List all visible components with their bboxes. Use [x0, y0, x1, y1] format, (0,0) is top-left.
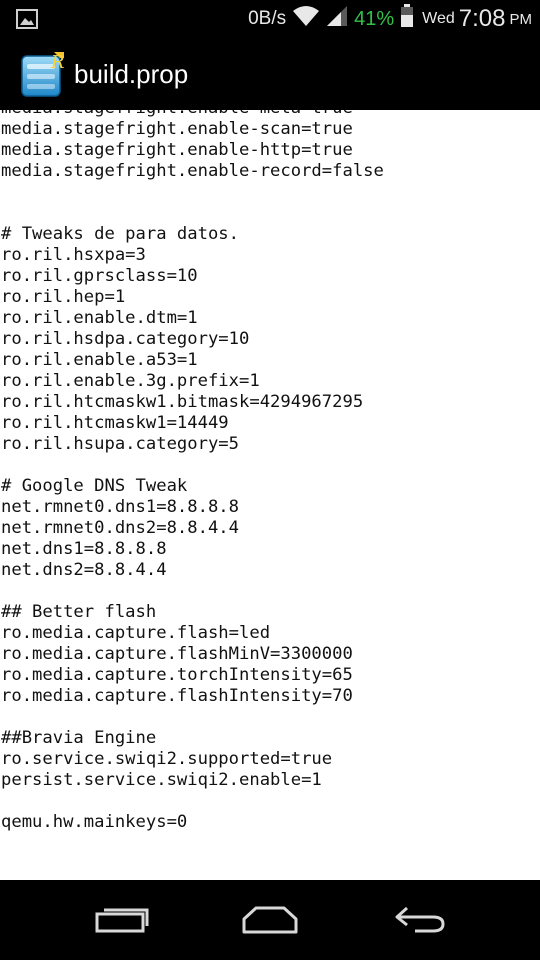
- network-speed: 0B/s: [248, 8, 287, 29]
- recent-apps-icon: [95, 908, 149, 933]
- file-line[interactable]: [0, 707, 540, 728]
- phone-screen: 0B/s 41% Wed 7:08 PM R build.prop media.…: [0, 0, 540, 960]
- battery-percent: 41%: [354, 7, 395, 30]
- app-title: build.prop: [74, 59, 189, 89]
- file-line[interactable]: ro.ril.hsxpa=3: [0, 245, 540, 266]
- file-line[interactable]: ro.ril.hep=1: [0, 287, 540, 308]
- home-button[interactable]: [215, 880, 325, 960]
- file-line[interactable]: ro.media.capture.torchIntensity=65: [0, 665, 540, 686]
- signal-icon: [326, 5, 348, 33]
- navigation-bar: [0, 880, 540, 960]
- image-notification-icon: [16, 9, 38, 34]
- file-line[interactable]: ro.media.capture.flashMinV=3300000: [0, 644, 540, 665]
- file-line[interactable]: persist.service.swiqi2.enable=1: [0, 770, 540, 791]
- file-line[interactable]: ro.ril.hsdpa.category=10: [0, 329, 540, 350]
- file-line[interactable]: media.stagefright.enable-record=false: [0, 161, 540, 182]
- file-line[interactable]: ro.service.swiqi2.supported=true: [0, 749, 540, 770]
- file-line[interactable]: ro.ril.hsupa.category=5: [0, 434, 540, 455]
- file-line[interactable]: ro.ril.htcmaskw1=14449: [0, 413, 540, 434]
- back-button[interactable]: [365, 880, 475, 960]
- clock-time: 7:08: [458, 5, 506, 32]
- file-line[interactable]: ro.ril.enable.dtm=1: [0, 308, 540, 329]
- file-line[interactable]: net.dns1=8.8.8.8: [0, 539, 540, 560]
- file-line[interactable]: [0, 455, 540, 476]
- file-line[interactable]: [0, 203, 540, 224]
- svg-text:R: R: [50, 52, 65, 73]
- file-line[interactable]: ro.ril.htcmaskw1.bitmask=4294967295: [0, 392, 540, 413]
- file-line[interactable]: [0, 182, 540, 203]
- battery-icon: [400, 4, 414, 34]
- recent-apps-button[interactable]: [67, 880, 177, 960]
- file-line[interactable]: qemu.hw.mainkeys=0: [0, 812, 540, 833]
- file-line[interactable]: ro.media.capture.flash=led: [0, 623, 540, 644]
- file-line[interactable]: net.dns2=8.8.4.4: [0, 560, 540, 581]
- wifi-icon: [292, 5, 320, 33]
- clock-ampm: PM: [509, 10, 533, 28]
- file-line[interactable]: ##Bravia Engine: [0, 728, 540, 749]
- file-line[interactable]: [0, 581, 540, 602]
- file-line[interactable]: # Tweaks de para datos.: [0, 224, 540, 245]
- file-line[interactable]: net.rmnet0.dns1=8.8.8.8: [0, 497, 540, 518]
- home-icon: [242, 906, 298, 934]
- file-line[interactable]: ro.ril.enable.a53=1: [0, 350, 540, 371]
- file-line[interactable]: media.stagefright.enable-scan=true: [0, 119, 540, 140]
- file-line[interactable]: media.stagefright.enable-http=true: [0, 140, 540, 161]
- file-line[interactable]: ro.ril.gprsclass=10: [0, 266, 540, 287]
- file-line[interactable]: # Google DNS Tweak: [0, 476, 540, 497]
- back-icon: [395, 906, 445, 933]
- file-line[interactable]: ## Better flash: [0, 602, 540, 623]
- file-line[interactable]: ro.media.capture.flashIntensity=70: [0, 686, 540, 707]
- status-indicators: 0B/s 41% Wed 7:08 PM: [248, 4, 533, 34]
- file-line[interactable]: [0, 791, 540, 812]
- status-bar: 0B/s 41% Wed 7:08 PM: [0, 0, 540, 38]
- file-line[interactable]: ro.ril.enable.3g.prefix=1: [0, 371, 540, 392]
- action-bar: R build.prop: [0, 38, 540, 110]
- file-line[interactable]: media.stagefright.enable-meta=true: [0, 110, 540, 119]
- file-line[interactable]: net.rmnet0.dns2=8.8.4.4: [0, 518, 540, 539]
- clock-day: Wed: [422, 10, 455, 27]
- file-text[interactable]: media.stagefright.enable-meta=truemedia.…: [0, 110, 540, 833]
- file-content-area[interactable]: media.stagefright.enable-meta=truemedia.…: [0, 110, 540, 880]
- build-prop-editor-app-icon[interactable]: R: [20, 50, 66, 100]
